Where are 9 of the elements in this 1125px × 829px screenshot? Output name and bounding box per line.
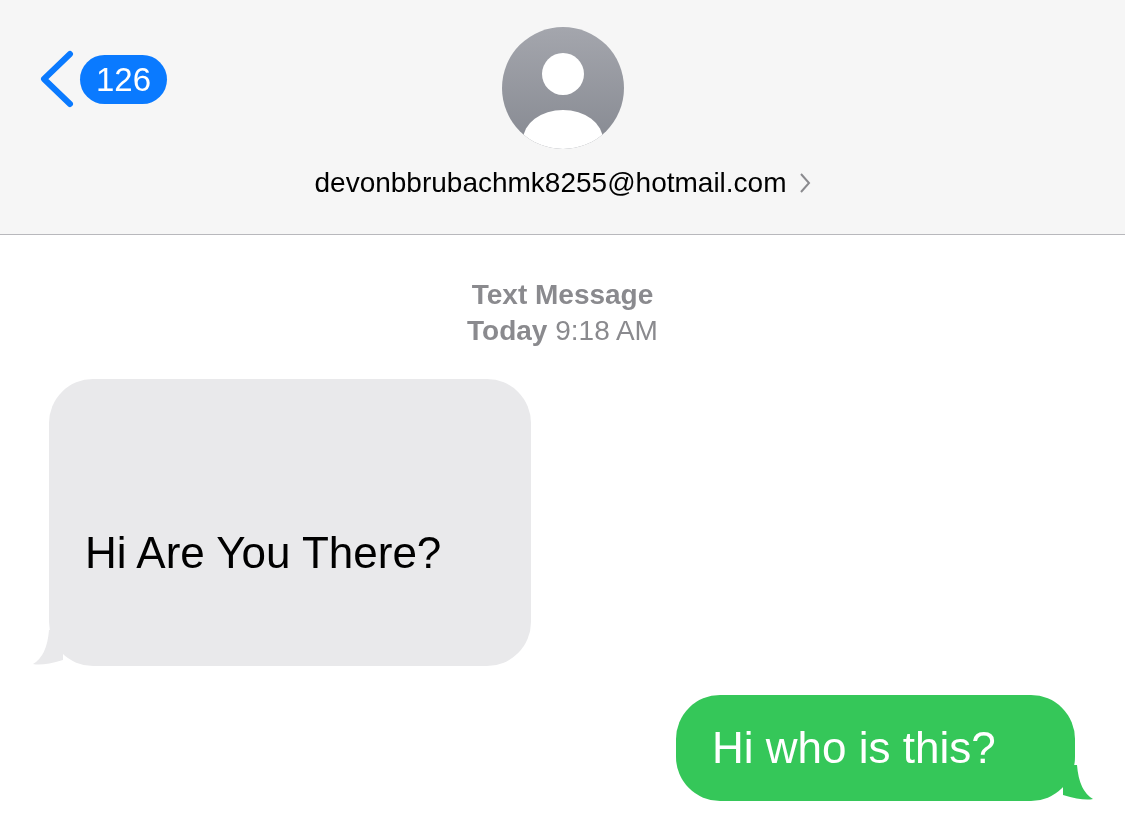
timestamp: Today 9:18 AM [467,314,658,348]
avatar-icon[interactable] [501,27,624,149]
message-text: Hi who is this? [712,723,996,773]
message-text: Hi Are You There? [85,527,442,578]
service-label: Text Message [471,278,654,312]
chevron-right-icon [798,172,811,194]
contact-name[interactable]: devonbbrubachmk8255@hotmail.com [314,167,811,199]
back-button[interactable]: 126 [36,50,168,108]
unread-count-badge: 126 [80,54,168,104]
